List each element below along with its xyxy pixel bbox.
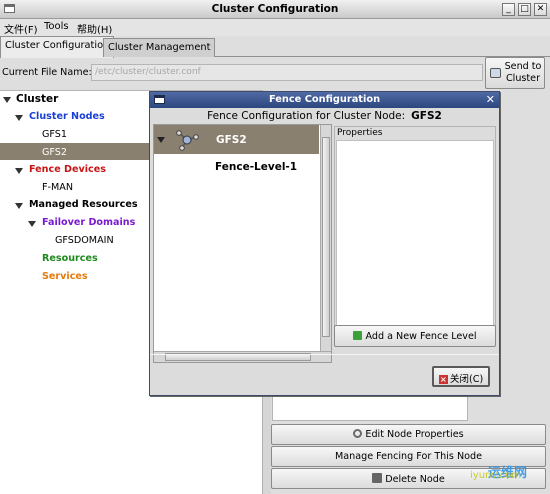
file-row: Current File Name: /etc/cluster/cluster.…	[0, 57, 550, 90]
tree-resources[interactable]: Resources	[42, 253, 98, 264]
dialog-close-button[interactable]: × 关闭(C)	[432, 366, 490, 387]
tree-cluster-nodes[interactable]: Cluster Nodes	[29, 111, 105, 122]
levels-vertical-scrollbar[interactable]	[320, 125, 331, 351]
tree-fence-devices[interactable]: Fence Devices	[29, 164, 106, 175]
tree-node-gfs1[interactable]: GFS1	[42, 129, 67, 140]
tab-cluster-configuration[interactable]: Cluster Configuration	[0, 36, 115, 58]
send-to-cluster-button[interactable]: Send to Cluster	[485, 57, 545, 89]
close-icon: ×	[438, 375, 448, 384]
dialog-close-icon[interactable]: ✕	[486, 93, 495, 106]
dialog-separator	[150, 354, 499, 355]
send-button-line2: Cluster	[505, 73, 541, 84]
dialog-title-bar: Fence Configuration ✕	[150, 92, 499, 108]
menu-file[interactable]: 文件(F)	[4, 21, 38, 36]
fence-node-row[interactable]: GFS2	[154, 125, 319, 154]
tree-fence-device-fman[interactable]: F-MAN	[42, 182, 73, 193]
trash-icon	[372, 473, 383, 483]
add-icon	[353, 331, 363, 340]
close-window-button[interactable]: ✕	[534, 3, 547, 16]
tree-failover-domains[interactable]: Failover Domains	[42, 217, 135, 228]
add-fence-level-button[interactable]: Add a New Fence Level	[334, 325, 496, 347]
edit-node-properties-button[interactable]: Edit Node Properties	[271, 424, 546, 445]
menu-help[interactable]: 帮助(H)	[77, 21, 112, 36]
watermark-url: iyunv.com	[470, 470, 522, 481]
levels-vscroll-thumb[interactable]	[322, 137, 330, 337]
tree-node-gfs2[interactable]: GFS2	[42, 147, 67, 158]
expand-fence-devices-icon[interactable]	[15, 168, 23, 174]
send-button-line1: Send to	[504, 61, 542, 72]
maximize-button[interactable]: □	[518, 3, 531, 16]
fence-configuration-dialog: Fence Configuration ✕ Fence Configuratio…	[149, 91, 500, 396]
tab-bar: Cluster Configuration Cluster Management	[0, 36, 550, 58]
current-file-field[interactable]: /etc/cluster/cluster.conf	[91, 64, 483, 81]
fence-node-label: GFS2	[216, 134, 247, 146]
expand-failover-domains-icon[interactable]	[28, 221, 36, 227]
tree-managed-resources[interactable]: Managed Resources	[29, 199, 138, 210]
node-properties-area	[272, 395, 468, 421]
expand-cluster-nodes-icon[interactable]	[15, 115, 23, 121]
dialog-window-icon[interactable]	[154, 95, 165, 104]
dialog-heading-node: GFS2	[411, 110, 442, 122]
fence-properties-area	[336, 140, 494, 327]
menu-bar: 文件(F) Tools 帮助(H)	[0, 19, 550, 36]
fence-level-1-item[interactable]: Fence-Level-1	[215, 161, 297, 173]
title-bar: Cluster Configuration _ □ ✕	[0, 0, 550, 19]
properties-label: Properties	[336, 128, 384, 138]
levels-horizontal-scrollbar[interactable]	[154, 351, 331, 362]
dialog-heading-text: Fence Configuration for Cluster Node:	[207, 110, 406, 122]
node-molecule-icon	[176, 130, 199, 151]
current-file-label: Current File Name:	[2, 67, 92, 78]
dialog-title: Fence Configuration	[268, 94, 381, 105]
expand-managed-resources-icon[interactable]	[15, 203, 23, 209]
tab-cluster-management[interactable]: Cluster Management	[103, 38, 216, 57]
fence-levels-list[interactable]: GFS2 Fence-Level-1	[153, 124, 332, 363]
expand-fence-node-icon[interactable]	[157, 137, 165, 143]
dialog-heading: Fence Configuration for Cluster Node: GFS…	[150, 110, 499, 122]
wrench-icon	[353, 429, 363, 438]
tree-failover-domain-gfsdomain[interactable]: GFSDOMAIN	[55, 235, 114, 246]
window-title: Cluster Configuration	[211, 3, 339, 15]
send-icon	[490, 68, 501, 78]
expand-cluster-icon[interactable]	[3, 97, 11, 103]
tree-cluster-root[interactable]: Cluster	[16, 93, 58, 105]
tree-services[interactable]: Services	[42, 271, 88, 282]
minimize-button[interactable]: _	[502, 3, 515, 16]
menu-tools[interactable]: Tools	[44, 21, 69, 32]
